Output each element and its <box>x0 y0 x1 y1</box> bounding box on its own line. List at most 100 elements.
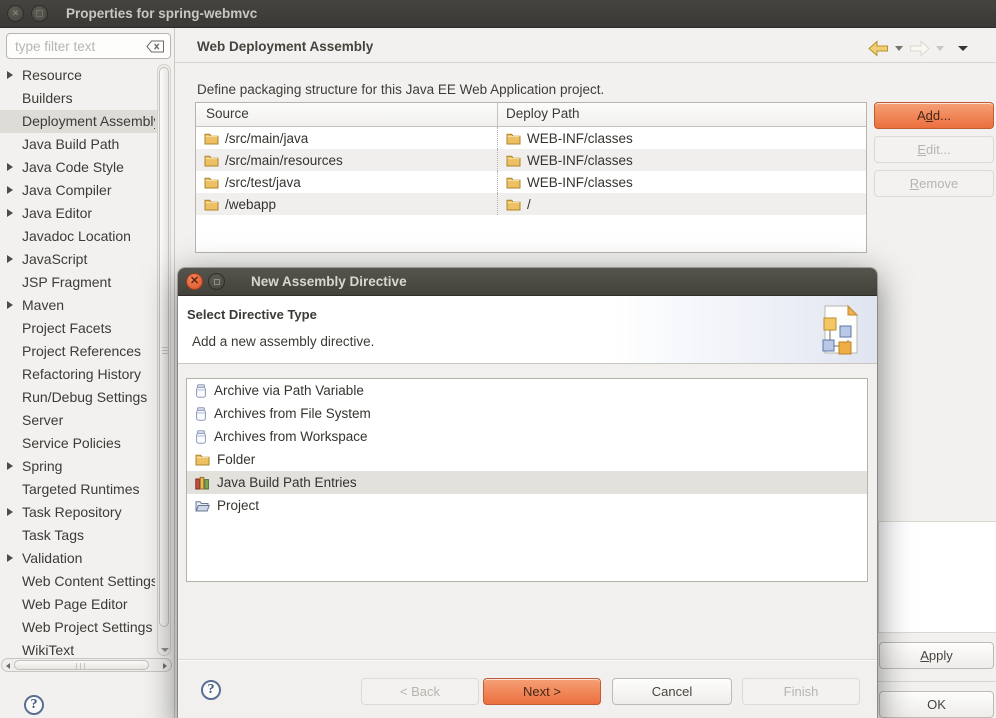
sidebar-item-label: Javadoc Location <box>22 228 131 244</box>
sidebar-item-web-page-editor[interactable]: Web Page Editor <box>0 593 157 616</box>
back-arrow-icon[interactable] <box>868 39 889 57</box>
sidebar-item-java-build-path[interactable]: Java Build Path <box>0 133 157 156</box>
table-row[interactable]: /webapp / <box>196 193 866 215</box>
sidebar-item-task-repository[interactable]: Task Repository <box>0 501 157 524</box>
header-divider <box>175 62 996 63</box>
sidebar-item-label: Project Facets <box>22 320 112 336</box>
window-titlebar: ✕ ▢ Properties for spring-webmvc <box>0 0 996 28</box>
scrollbar-thumb[interactable] <box>159 67 169 627</box>
add-button[interactable]: Ad d... <box>874 102 994 129</box>
sidebar-item-deployment-assembly[interactable]: Deployment Assembly <box>0 110 157 133</box>
sidebar-item-web-project-settings[interactable]: Web Project Settings <box>0 616 157 639</box>
directive-item-java-build-path-entries[interactable]: Java Build Path Entries <box>187 471 867 494</box>
cancel-button[interactable]: Cancel <box>612 678 732 705</box>
sidebar-item-label: Resource <box>22 67 82 83</box>
ok-button[interactable]: OK <box>879 691 994 718</box>
window-title: Properties for spring-webmvc <box>66 6 258 21</box>
folder-icon <box>506 132 521 145</box>
source-cell: /src/main/resources <box>225 152 343 168</box>
expand-arrow-icon[interactable] <box>7 71 13 79</box>
maximize-icon[interactable] <box>208 273 225 290</box>
deploy-path-cell: / <box>527 196 531 212</box>
jar-icon <box>195 406 207 421</box>
content-panel <box>878 521 996 633</box>
folder-icon <box>506 176 521 189</box>
directive-item-folder[interactable]: Folder <box>187 448 867 471</box>
sidebar-item-java-compiler[interactable]: Java Compiler <box>0 179 157 202</box>
sidebar-item-label: Validation <box>22 550 83 566</box>
sidebar-item-server[interactable]: Server <box>0 409 157 432</box>
sidebar-item-refactoring-history[interactable]: Refactoring History <box>0 363 157 386</box>
sidebar-item-builders[interactable]: Builders <box>0 87 157 110</box>
back-button[interactable]: < Back <box>361 678 479 705</box>
sidebar-item-javascript[interactable]: JavaScript <box>0 248 157 271</box>
expand-arrow-icon[interactable] <box>7 163 13 171</box>
expand-arrow-icon[interactable] <box>7 301 13 309</box>
sidebar-item-web-content-settings[interactable]: Web Content Settings <box>0 570 157 593</box>
expand-arrow-icon[interactable] <box>7 186 13 194</box>
close-icon[interactable]: ✕ <box>7 5 24 22</box>
next-button[interactable]: Next > <box>483 678 601 705</box>
sidebar-item-label: JSP Fragment <box>22 274 112 290</box>
sidebar-item-maven[interactable]: Maven <box>0 294 157 317</box>
close-icon[interactable]: ✕ <box>186 273 203 290</box>
folder-icon <box>204 176 219 189</box>
directive-item-project[interactable]: Project <box>187 494 867 517</box>
sidebar-item-java-code-style[interactable]: Java Code Style <box>0 156 157 179</box>
source-cell: /webapp <box>225 196 277 212</box>
sidebar-item-java-editor[interactable]: Java Editor <box>0 202 157 225</box>
view-menu-icon[interactable] <box>958 45 968 51</box>
directive-item-archives-from-workspace[interactable]: Archives from Workspace <box>187 425 867 448</box>
finish-button[interactable]: Finish <box>742 678 860 705</box>
sidebar-item-run-debug-settings[interactable]: Run/Debug Settings <box>0 386 157 409</box>
column-header-source[interactable]: Source <box>196 103 498 126</box>
sidebar-item-jsp-fragment[interactable]: JSP Fragment <box>0 271 157 294</box>
help-icon[interactable]: ? <box>24 695 44 715</box>
sidebar-item-resource[interactable]: Resource <box>0 64 157 87</box>
sidebar-item-label: Server <box>22 412 64 428</box>
tree-vertical-scrollbar[interactable] <box>157 64 171 656</box>
sidebar-item-label: Java Compiler <box>22 182 112 198</box>
project-icon <box>195 499 210 512</box>
scroll-left-icon[interactable] <box>6 663 10 669</box>
scroll-right-icon[interactable] <box>163 663 167 669</box>
directive-item-archive-via-path-variable[interactable]: Archive via Path Variable <box>187 379 867 402</box>
directive-item-label: Project <box>217 498 260 513</box>
dialog-divider <box>178 659 877 660</box>
expand-arrow-icon[interactable] <box>7 209 13 217</box>
tree-horizontal-scrollbar[interactable] <box>1 658 172 672</box>
sidebar-item-project-references[interactable]: Project References <box>0 340 157 363</box>
maximize-icon[interactable]: ▢ <box>31 5 48 22</box>
column-header-deploy-path[interactable]: Deploy Path <box>498 103 866 126</box>
remove-button[interactable]: Remove <box>874 170 994 197</box>
sidebar-item-service-policies[interactable]: Service Policies <box>0 432 157 455</box>
table-row[interactable]: /src/main/java WEB-INF/classes <box>196 127 866 149</box>
sidebar-item-wikitext[interactable]: WikiText <box>0 639 157 658</box>
expand-arrow-icon[interactable] <box>7 508 13 516</box>
directive-item-archives-from-file-system[interactable]: Archives from File System <box>187 402 867 425</box>
sidebar-item-task-tags[interactable]: Task Tags <box>0 524 157 547</box>
expand-arrow-icon[interactable] <box>7 255 13 263</box>
forward-history-dropdown-icon[interactable] <box>936 45 944 51</box>
expand-arrow-icon[interactable] <box>7 554 13 562</box>
sidebar-item-project-facets[interactable]: Project Facets <box>0 317 157 340</box>
apply-button[interactable]: Apply <box>879 642 994 669</box>
sidebar-item-javadoc-location[interactable]: Javadoc Location <box>0 225 157 248</box>
properties-window: ✕ ▢ Properties for spring-webmvc Resourc… <box>0 0 996 718</box>
properties-tree: Resource Builders Deployment Assembly Java … <box>0 64 172 658</box>
deploy-path-cell: WEB-INF/classes <box>527 174 633 190</box>
table-row[interactable]: /src/test/java WEB-INF/classes <box>196 171 866 193</box>
clear-filter-icon[interactable] <box>146 40 165 53</box>
sidebar-item-targeted-runtimes[interactable]: Targeted Runtimes <box>0 478 157 501</box>
sidebar-item-spring[interactable]: Spring <box>0 455 157 478</box>
help-icon[interactable]: ? <box>201 680 221 700</box>
table-row[interactable]: /src/main/resources WEB-INF/classes <box>196 149 866 171</box>
edit-button[interactable]: Edit... <box>874 136 994 163</box>
scroll-down-icon[interactable] <box>161 648 169 652</box>
expand-arrow-icon[interactable] <box>7 462 13 470</box>
scrollbar-thumb[interactable] <box>14 660 149 670</box>
forward-arrow-icon[interactable] <box>909 39 930 57</box>
sidebar-item-validation[interactable]: Validation <box>0 547 157 570</box>
filter-input[interactable] <box>15 38 146 54</box>
back-history-dropdown-icon[interactable] <box>895 45 903 51</box>
